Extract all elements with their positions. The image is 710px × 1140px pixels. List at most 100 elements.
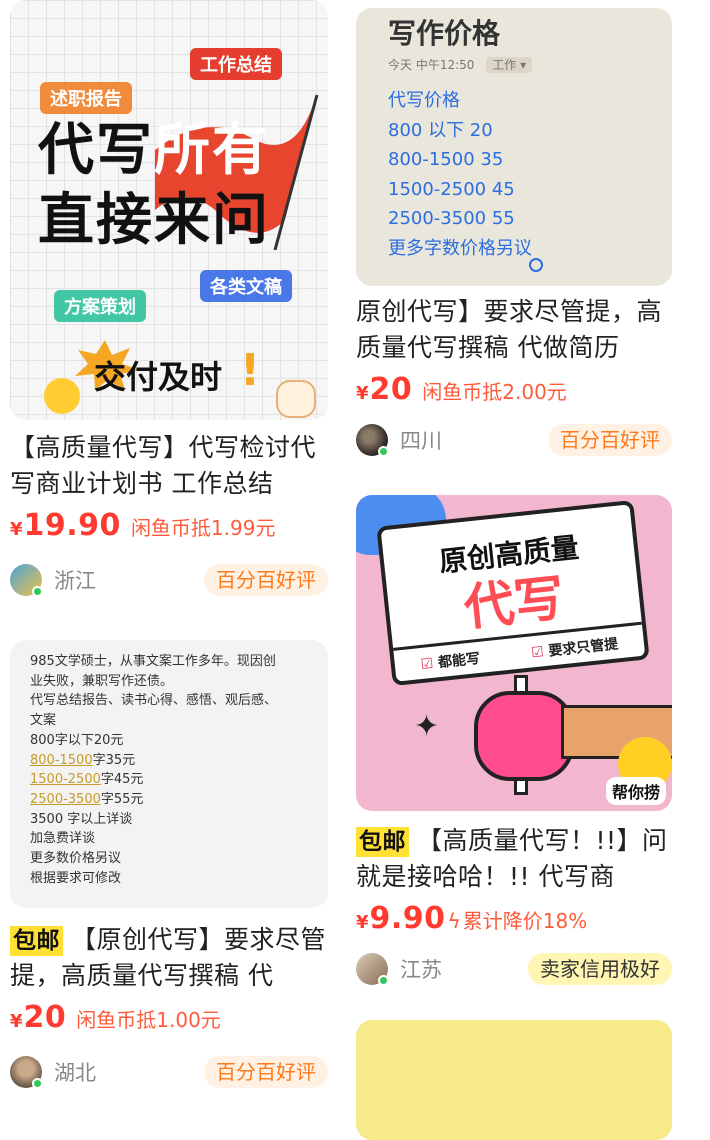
book-avatar-icon[interactable]: [10, 564, 43, 597]
online-status-icon: [32, 1078, 43, 1089]
note-line: 3500 字以上详谈: [30, 811, 133, 827]
listing-card[interactable]: 原创高质量 代写 ☑ 都能写 ☑ 要求只管提 ✦ 帮你捞 包邮 【高质量代写！!!…: [356, 495, 672, 987]
lucky-cat-icon: [276, 380, 316, 418]
price-note: 闲鱼币抵2.00元: [422, 380, 567, 404]
seller-info[interactable]: 浙江: [10, 564, 96, 597]
note-price-row: 800-1500字35元: [30, 751, 277, 771]
seller-info[interactable]: 湖北: [10, 1056, 96, 1089]
seller-region: 江苏: [400, 958, 442, 982]
cursor-circle-icon: [529, 258, 543, 272]
landscape-avatar-icon[interactable]: [356, 953, 389, 986]
listing-image[interactable]: [356, 1020, 672, 1140]
check-item: ☑ 要求只管提: [530, 633, 619, 662]
seller-row: 浙江 百分百好评: [10, 562, 328, 598]
price-list: 代写价格 800 以下 20 800-1500 35 1500-2500 45 …: [388, 86, 532, 263]
note-line: 985文学硕士，从事文案工作多年。现因创: [30, 654, 276, 669]
seller-info[interactable]: 江苏: [356, 953, 442, 986]
seller-region: 四川: [400, 429, 442, 453]
price-list-item: 代写价格: [388, 90, 460, 111]
note-folder-label: 工作: [492, 58, 517, 72]
person-avatar-icon[interactable]: [10, 1056, 43, 1089]
rating-badge: 卖家信用极好: [528, 953, 672, 985]
emoji-face-icon: [44, 378, 80, 414]
listing-image[interactable]: 写作价格 今天 中午12:50 工作 ▾ 代写价格 800 以下 20 800-…: [356, 8, 672, 286]
sparkle-icon: ✦: [414, 709, 440, 744]
note-heading: 写作价格: [388, 17, 501, 50]
right-column: 写作价格 今天 中午12:50 工作 ▾ 代写价格 800 以下 20 800-…: [356, 0, 672, 1140]
listing-card[interactable]: [356, 1020, 672, 1140]
note-line: 业失败，兼职写作还债。: [30, 673, 174, 689]
seller-info[interactable]: 四川: [356, 424, 442, 457]
headline-text: 代写: [38, 118, 154, 183]
check-label: 要求只管提: [547, 635, 619, 660]
checkbox-icon: ☑: [419, 655, 435, 673]
price: 20: [369, 372, 413, 407]
currency-symbol: ¥: [356, 912, 369, 933]
price: 20: [23, 1000, 67, 1035]
note-meta: 今天 中午12:50 工作 ▾: [388, 56, 533, 73]
seller-row: 四川 百分百好评: [356, 422, 672, 458]
free-shipping-tag: 包邮: [356, 827, 409, 857]
check-item: ☑ 都能写: [420, 647, 481, 673]
note-line: 800字以下20元: [30, 732, 124, 748]
note-price: 字45元: [100, 772, 144, 788]
note-text: 985文学硕士，从事文案工作多年。现因创 业失败，兼职写作还债。 代写总结报告、…: [30, 652, 277, 888]
note-line: 根据要求可修改: [30, 870, 122, 886]
note-range: 2500-3500: [30, 791, 101, 807]
price-list-item: 更多字数价格另议: [388, 237, 532, 259]
sticker-label: 述职报告: [40, 82, 132, 114]
sign-board: 原创高质量 代写 ☑ 都能写 ☑ 要求只管提: [376, 499, 650, 687]
currency-symbol: ¥: [356, 383, 369, 404]
currency-symbol: ¥: [10, 519, 23, 540]
listing-image[interactable]: 原创高质量 代写 ☑ 都能写 ☑ 要求只管提 ✦ 帮你捞: [356, 495, 672, 811]
online-status-icon: [378, 975, 389, 986]
listing-title[interactable]: 包邮 【高质量代写！!!】问就是接哈哈！!! 代写商: [356, 823, 672, 895]
free-shipping-tag: 包邮: [10, 926, 63, 956]
headline-text-highlight: 所有: [154, 118, 270, 183]
note-price-row: 2500-3500字55元: [30, 790, 277, 810]
left-column: 述职报告 工作总结 代写所有 直接来问 各类文稿 方案策划 交付及时 ! 【高质…: [10, 0, 328, 1089]
listing-title[interactable]: 原创代写】要求尽管提，高质量代写撰稿 代做简历: [356, 294, 672, 366]
price: 9.90: [369, 901, 446, 936]
listing-title[interactable]: 【高质量代写】代写检讨代写商业计划书 工作总结: [10, 430, 328, 502]
price-list-item: 2500-3500 55: [388, 208, 515, 229]
sticker-label: 方案策划: [54, 290, 146, 322]
note-line: 更多数价格另议: [30, 851, 122, 867]
price-list-item: 800-1500 35: [388, 149, 504, 170]
footer-text: 交付及时: [94, 358, 223, 396]
rating-badge: 百分百好评: [204, 564, 328, 596]
listing-image[interactable]: 述职报告 工作总结 代写所有 直接来问 各类文稿 方案策划 交付及时 !: [10, 0, 328, 420]
listing-card[interactable]: 写作价格 今天 中午12:50 工作 ▾ 代写价格 800 以下 20 800-…: [356, 8, 672, 458]
note-time: 今天 中午12:50: [388, 58, 475, 72]
price-note: 闲鱼币抵1.99元: [130, 516, 276, 540]
note-line: 文案: [30, 713, 57, 729]
listing-title[interactable]: 包邮 【原创代写】要求尽管提，高质量代写撰稿 代: [10, 922, 328, 994]
note-price-row: 1500-2500字45元: [30, 770, 277, 790]
price-row: ¥ 20 闲鱼币抵2.00元: [356, 372, 672, 412]
note-range: 1500-2500: [30, 772, 101, 788]
online-status-icon: [378, 446, 389, 457]
listing-card[interactable]: 述职报告 工作总结 代写所有 直接来问 各类文稿 方案策划 交付及时 ! 【高质…: [10, 0, 328, 598]
note-range: 800-1500: [30, 752, 93, 768]
lightning-icon: ϟ: [447, 909, 461, 933]
price-note: 累计降价18%: [462, 909, 588, 933]
price: 19.90: [23, 508, 121, 543]
seller-row: 江苏 卖家信用极好: [356, 951, 672, 987]
headline: 代写所有 直接来问: [38, 116, 270, 256]
note-line: 加急费详谈: [30, 831, 96, 847]
sticker-label: 各类文稿: [200, 270, 292, 302]
seller-row: 湖北 百分百好评: [10, 1054, 328, 1090]
seller-region: 湖北: [54, 1061, 96, 1085]
listing-card[interactable]: 985文学硕士，从事文案工作多年。现因创 业失败，兼职写作还债。 代写总结报告、…: [10, 640, 328, 1090]
headline-text: 直接来问: [38, 188, 270, 253]
exclamation-icon: !: [240, 345, 261, 396]
note-price: 字55元: [100, 791, 144, 807]
price-list-item: 1500-2500 45: [388, 178, 515, 200]
note-folder-tag: 工作 ▾: [486, 57, 533, 73]
listing-image[interactable]: 985文学硕士，从事文案工作多年。现因创 业失败，兼职写作还债。 代写总结报告、…: [10, 640, 328, 908]
checkbox-icon: ☑: [530, 643, 545, 661]
dark-avatar-icon[interactable]: [356, 424, 389, 457]
rating-badge: 百分百好评: [204, 1056, 328, 1088]
helper-label: 帮你捞: [605, 777, 666, 805]
note-price: 字35元: [92, 752, 136, 768]
